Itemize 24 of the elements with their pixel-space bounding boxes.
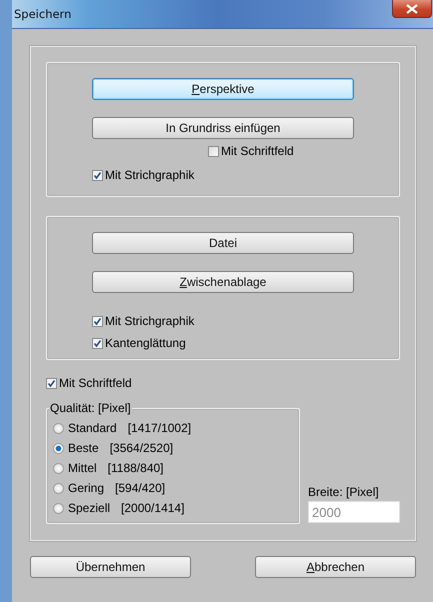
radio-label: Speziell bbox=[68, 501, 110, 515]
group-legend: Qualität: [Pixel] bbox=[49, 401, 132, 415]
radio-label: Beste bbox=[68, 441, 99, 455]
size-label: [1188/840] bbox=[108, 461, 164, 475]
size-label: [1417/1002] bbox=[128, 421, 192, 435]
size-label: [3564/2520] bbox=[110, 441, 174, 455]
radio-label: Mittel bbox=[68, 461, 97, 475]
window-title: Speichern bbox=[14, 7, 72, 21]
radio-label: Standard bbox=[68, 421, 117, 435]
push-button[interactable]: Datei bbox=[92, 232, 354, 254]
push-button[interactable]: Zwischenablage bbox=[92, 271, 354, 293]
checkbox-label: Mit Strichgraphik bbox=[105, 168, 194, 182]
size-label: [594/420] bbox=[115, 481, 166, 495]
push-button[interactable]: In Grundriss einfügen bbox=[92, 117, 354, 139]
radio-label: Gering bbox=[68, 481, 104, 495]
push-button[interactable]: Abbrechen bbox=[255, 556, 416, 578]
checkbox-label: Mit Schriftfeld bbox=[221, 144, 294, 158]
field-label: Breite: [Pixel] bbox=[308, 485, 380, 499]
push-button[interactable]: Perspektive bbox=[92, 78, 354, 100]
size-label: [2000/1414] bbox=[121, 501, 184, 515]
checkbox-label: Mit Schriftfeld bbox=[59, 376, 132, 390]
push-button[interactable]: Übernehmen bbox=[30, 556, 191, 578]
checkbox-label: Kantenglättung bbox=[105, 336, 186, 350]
checkbox-label: Mit Strichgraphik bbox=[105, 314, 194, 328]
